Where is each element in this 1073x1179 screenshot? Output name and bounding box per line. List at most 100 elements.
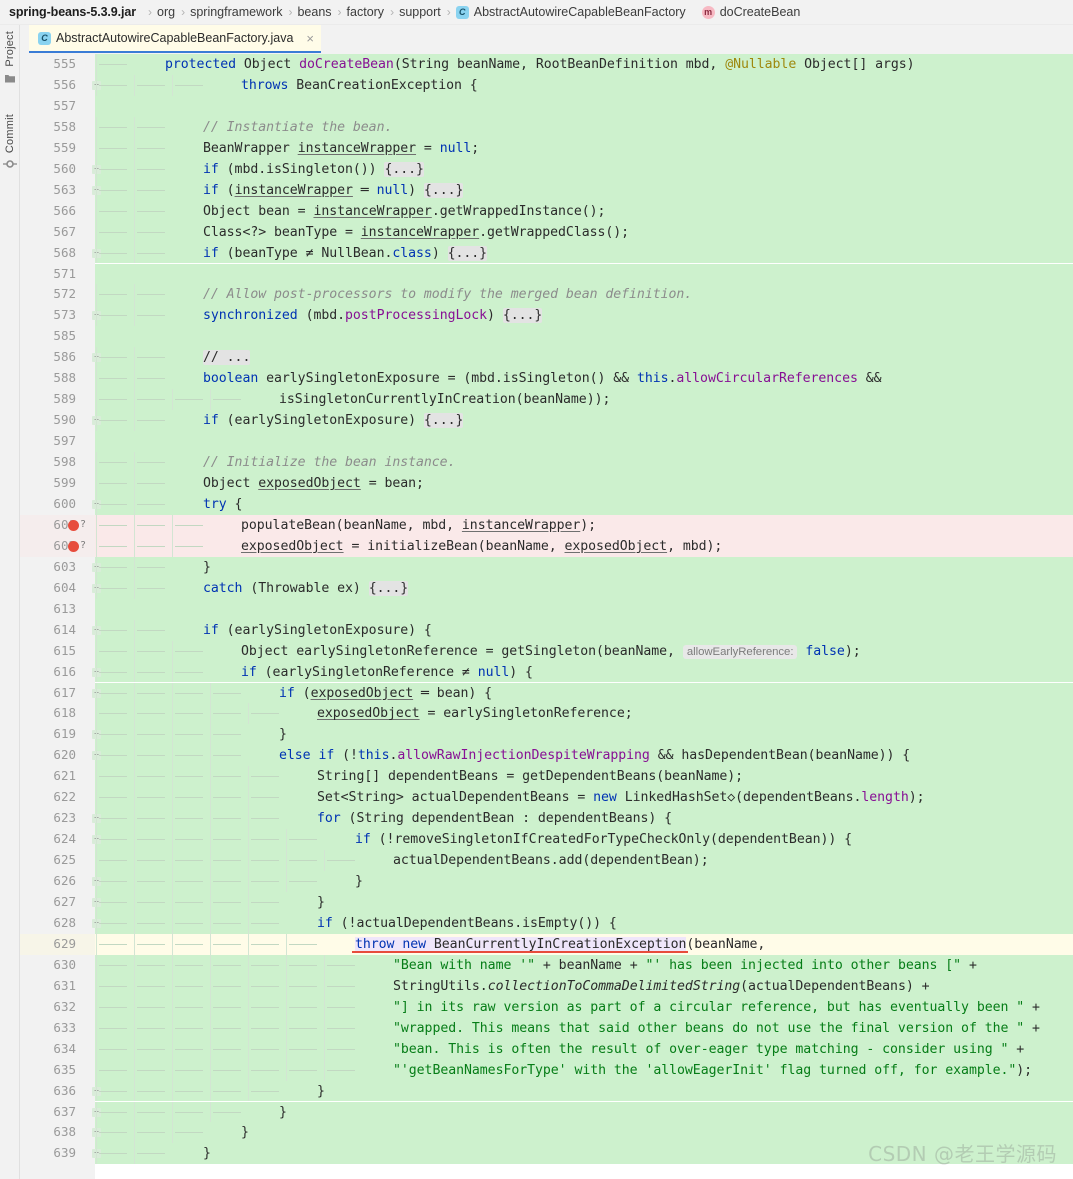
tab-abstractautowirecapablebeanfactory[interactable]: C AbstractAutowireCapableBeanFactory.jav… <box>29 25 321 53</box>
code-text[interactable]: Object bean = instanceWrapper.getWrapped… <box>203 203 605 220</box>
code-line[interactable]: 618 exposedObject = earlySingletonReferen… <box>20 703 1073 725</box>
code-line[interactable]: 631 StringUtils.collectionToCommaDelimite… <box>20 975 1073 997</box>
code-line[interactable]: 568+if (beanType ≠ NullBean.class) {...} <box>20 242 1073 264</box>
code-text[interactable]: // ... <box>203 349 250 366</box>
code-line[interactable]: 635 "'getBeanNamesForType' with the 'allo… <box>20 1059 1073 1081</box>
code-line[interactable]: 597 <box>20 431 1073 453</box>
code-line[interactable]: 602? exposedObject = initializeBean(beanN… <box>20 535 1073 557</box>
code-line[interactable]: 558 // Instantiate the bean. <box>20 116 1073 138</box>
code-text[interactable]: exposedObject = initializeBean(beanName,… <box>241 538 722 555</box>
code-text[interactable]: synchronized (mbd.postProcessingLock) {.… <box>203 307 542 324</box>
code-text[interactable]: String[] dependentBeans = getDependentBe… <box>317 768 743 785</box>
code-line[interactable]: 625 actualDependentBeans.add(dependentBea… <box>20 850 1073 872</box>
code-text[interactable]: isSingletonCurrentlyInCreation(beanName)… <box>279 391 610 408</box>
code-line[interactable]: 573+synchronized (mbd.postProcessingLock… <box>20 305 1073 327</box>
code-text[interactable]: "wrapped. This means that said other bea… <box>393 1020 1040 1037</box>
code-line[interactable]: 629 throw new BeanCurrentlyInCreationExce… <box>20 933 1073 955</box>
code-line[interactable]: 623−for (String dependentBean : dependen… <box>20 808 1073 830</box>
breadcrumb-method[interactable]: m doCreateBean <box>701 5 800 19</box>
code-text[interactable]: if (earlySingletonExposure) { <box>203 622 432 639</box>
code-line[interactable]: 619−} <box>20 724 1073 746</box>
code-line[interactable]: 613 <box>20 598 1073 620</box>
code-text[interactable]: Class<?> beanType = instanceWrapper.getW… <box>203 224 629 241</box>
code-text[interactable]: if (!removeSingletonIfCreatedForTypeChec… <box>355 831 852 848</box>
close-icon[interactable]: × <box>306 31 314 46</box>
code-text[interactable]: "'getBeanNamesForType' with the 'allowEa… <box>393 1062 1032 1079</box>
code-text[interactable]: // Instantiate the bean. <box>203 119 392 136</box>
code-text[interactable]: if (instanceWrapper ═ null) {...} <box>203 182 463 199</box>
code-line[interactable]: 557 <box>20 95 1073 117</box>
code-line[interactable]: 627−} <box>20 892 1073 913</box>
code-line[interactable]: 590+if (earlySingletonExposure) {...} <box>20 410 1073 432</box>
code-line[interactable]: 603−} <box>20 556 1073 578</box>
code-line[interactable]: 556−throws BeanCreationException { <box>20 74 1073 96</box>
breadcrumb-springframework[interactable]: springframework <box>190 5 282 19</box>
code-line[interactable]: 599 Object exposedObject = bean; <box>20 473 1073 494</box>
code-text[interactable]: "bean. This is often the result of over-… <box>393 1041 1024 1058</box>
code-line[interactable]: 601? populateBean(beanName, mbd, instance… <box>20 514 1073 536</box>
code-text[interactable]: "] in its raw version as part of a circu… <box>393 999 1040 1016</box>
code-line[interactable]: 604+catch (Throwable ex) {...} <box>20 577 1073 599</box>
code-line[interactable]: 555 protected Object doCreateBean(String … <box>20 54 1073 75</box>
breakpoint-icon[interactable] <box>68 540 79 552</box>
code-text[interactable]: if (mbd.isSingleton()) {...} <box>203 161 424 178</box>
breadcrumb-factory[interactable]: factory <box>347 5 385 19</box>
code-line[interactable]: 626−} <box>20 871 1073 892</box>
breakpoint-icon[interactable] <box>68 519 79 531</box>
breadcrumb-org[interactable]: org <box>157 5 175 19</box>
code-text[interactable]: boolean earlySingletonExposure = (mbd.is… <box>203 370 882 387</box>
sidebar-item-project[interactable]: Project <box>0 31 20 89</box>
code-text[interactable]: if (earlySingletonReference ≠ null) { <box>241 664 533 681</box>
code-editor[interactable]: 555 protected Object doCreateBean(String … <box>20 54 1073 1179</box>
code-text[interactable]: } <box>241 1124 249 1141</box>
code-line[interactable]: 630 "Bean with name '" + beanName + "' ha… <box>20 954 1073 976</box>
code-line[interactable]: 566 Object bean = instanceWrapper.getWrap… <box>20 200 1073 222</box>
code-line[interactable]: 600−try { <box>20 493 1073 515</box>
code-line[interactable]: 589 isSingletonCurrentlyInCreation(beanNa… <box>20 389 1073 411</box>
code-line[interactable]: 622 Set<String> actualDependentBeans = ne… <box>20 787 1073 809</box>
code-text[interactable]: "Bean with name '" + beanName + "' has b… <box>393 957 977 974</box>
code-line[interactable]: 571 <box>20 263 1073 285</box>
code-text[interactable]: if (earlySingletonExposure) {...} <box>203 412 463 429</box>
code-text[interactable]: if (beanType ≠ NullBean.class) {...} <box>203 245 487 262</box>
code-line[interactable]: 588 boolean earlySingletonExposure = (mbd… <box>20 368 1073 390</box>
code-line[interactable]: 567 Class<?> beanType = instanceWrapper.g… <box>20 221 1073 243</box>
code-line[interactable]: 637−} <box>20 1101 1073 1123</box>
code-line[interactable]: 633 "wrapped. This means that said other … <box>20 1017 1073 1039</box>
breadcrumb-class[interactable]: C AbstractAutowireCapableBeanFactory <box>455 5 686 19</box>
code-line[interactable]: 636−} <box>20 1080 1073 1102</box>
code-text[interactable]: } <box>279 1104 287 1121</box>
code-line[interactable]: 614−if (earlySingletonExposure) { <box>20 619 1073 641</box>
code-text[interactable]: exposedObject = earlySingletonReference; <box>317 705 633 722</box>
code-line[interactable]: 560+if (mbd.isSingleton()) {...} <box>20 158 1073 180</box>
code-line[interactable]: 639−} <box>20 1143 1073 1165</box>
code-text[interactable]: } <box>355 873 363 890</box>
code-line[interactable]: 617−if (exposedObject ═ bean) { <box>20 682 1073 704</box>
code-line[interactable]: 634 "bean. This is often the result of ov… <box>20 1038 1073 1060</box>
code-text[interactable]: throws BeanCreationException { <box>241 77 478 94</box>
breadcrumb-jar[interactable]: spring-beans-5.3.9.jar <box>9 5 136 19</box>
sidebar-item-commit[interactable]: Commit <box>0 114 20 175</box>
code-text[interactable]: } <box>317 1083 325 1100</box>
code-line[interactable]: 628−if (!actualDependentBeans.isEmpty())… <box>20 912 1073 934</box>
code-line[interactable]: 563+if (instanceWrapper ═ null) {...} <box>20 179 1073 201</box>
code-text[interactable]: for (String dependentBean : dependentBea… <box>317 810 672 827</box>
code-text[interactable]: } <box>279 726 287 743</box>
code-line[interactable]: 632 "] in its raw version as part of a ci… <box>20 996 1073 1018</box>
code-text[interactable]: Object earlySingletonReference = getSing… <box>241 643 861 661</box>
code-text[interactable]: populateBean(beanName, mbd, instanceWrap… <box>241 517 596 534</box>
code-text[interactable]: if (exposedObject ═ bean) { <box>279 685 492 702</box>
code-text[interactable]: Set<String> actualDependentBeans = new L… <box>317 789 925 806</box>
code-line[interactable]: 559 BeanWrapper instanceWrapper = null; <box>20 137 1073 159</box>
code-line[interactable]: 598 // Initialize the bean instance. <box>20 452 1073 473</box>
code-line[interactable]: 616−if (earlySingletonReference ≠ null) … <box>20 661 1073 683</box>
code-text[interactable]: } <box>203 559 211 576</box>
code-line[interactable]: 586+// ... <box>20 347 1073 369</box>
breadcrumb-support[interactable]: support <box>399 5 441 19</box>
code-text[interactable]: else if (!this.allowRawInjectionDespiteW… <box>279 747 910 764</box>
breadcrumb-beans[interactable]: beans <box>297 5 331 19</box>
code-line[interactable]: 585 <box>20 326 1073 348</box>
code-text[interactable]: // Initialize the bean instance. <box>203 454 456 471</box>
code-line[interactable]: 624−if (!removeSingletonIfCreatedForType… <box>20 829 1073 851</box>
code-text[interactable]: catch (Throwable ex) {...} <box>203 580 408 597</box>
